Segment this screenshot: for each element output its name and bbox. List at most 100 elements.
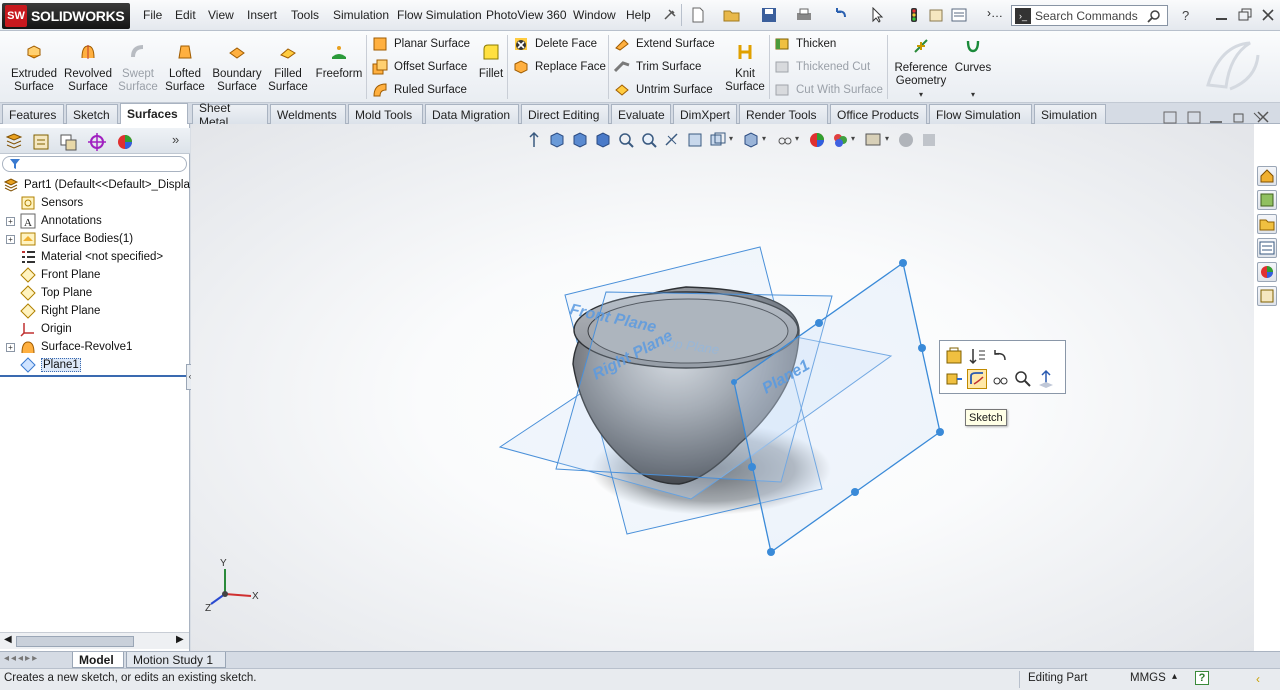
planar-surface-button[interactable]: Planar Surface — [372, 35, 470, 53]
menu-simulation[interactable]: Simulation — [333, 8, 389, 22]
tab-motion-study[interactable]: Motion Study 1 — [126, 652, 226, 668]
status-units[interactable]: MMGS — [1130, 672, 1166, 684]
tab-direct-editing[interactable]: Direct Editing — [521, 104, 609, 124]
menu-edit[interactable]: Edit — [175, 8, 196, 22]
tab-mold-tools[interactable]: Mold Tools — [348, 104, 423, 124]
delete-face-button[interactable]: Delete Face — [513, 35, 597, 53]
swept-surface-button[interactable]: Swept Surface — [115, 43, 161, 94]
tab-features[interactable]: Features — [2, 104, 64, 124]
units-dropdown-icon[interactable]: ▴ — [1172, 671, 1177, 682]
tab-data-migration[interactable]: Data Migration — [425, 104, 519, 124]
tab-sheet-metal[interactable]: Sheet Metal — [192, 101, 268, 129]
tree-item-surface-revolve[interactable]: + Surface-Revolve1 — [0, 338, 190, 356]
minimize-window-icon[interactable] — [1213, 7, 1231, 23]
save-icon[interactable] — [760, 7, 778, 23]
feature-properties-icon[interactable] — [944, 346, 964, 366]
menu-photoview[interactable]: PhotoView 360 — [486, 8, 567, 22]
rebuild-icon[interactable] — [905, 7, 923, 23]
search-icon[interactable] — [1147, 9, 1161, 23]
dimxpert-manager-tab-icon[interactable] — [87, 132, 107, 152]
thickened-cut-button[interactable]: Thickened Cut — [774, 58, 870, 76]
curves-dropdown-icon[interactable]: ▾ — [953, 88, 993, 101]
open-folder-icon[interactable] — [723, 7, 741, 23]
menu-window[interactable]: Window — [573, 8, 616, 22]
more-commands-icon[interactable]: ›… — [987, 6, 1003, 20]
expand-panel-icon[interactable]: » — [172, 132, 179, 147]
tab-model[interactable]: Model — [72, 652, 124, 668]
cut-with-surface-button[interactable]: Cut With Surface — [774, 81, 883, 99]
tree-item-right-plane[interactable]: Right Plane — [0, 302, 190, 320]
expand-icon[interactable]: + — [6, 234, 15, 244]
model-scene[interactable]: Front Plane Right Plane Top Plane Plane1… — [191, 124, 1254, 651]
print-icon[interactable] — [795, 7, 813, 23]
tree-item-front-plane[interactable]: Front Plane — [0, 266, 190, 284]
knit-surface-button[interactable]: Knit Surface — [723, 43, 767, 94]
tree-filter-input[interactable] — [2, 156, 187, 172]
graphics-area[interactable]: ▾ ▾ ▾ ▾ ▾ Front Plane Right Plane Top Pl… — [191, 124, 1254, 651]
reference-geometry-button[interactable]: Reference Geometry ▾ — [893, 37, 949, 101]
expand-icon[interactable]: + — [6, 216, 15, 226]
view-normal-icon[interactable] — [1036, 369, 1056, 389]
menu-insert[interactable]: Insert — [247, 8, 277, 22]
expand-icon[interactable]: + — [6, 342, 15, 352]
status-help-icon[interactable]: ? — [1195, 671, 1209, 685]
thicken-button[interactable]: Thicken — [774, 35, 836, 53]
normal-to-icon[interactable] — [944, 369, 964, 389]
hide-show-icon[interactable] — [990, 369, 1010, 389]
curves-button[interactable]: Curves ▾ — [953, 37, 993, 101]
undo-icon[interactable] — [832, 7, 850, 23]
display-manager-tab-icon[interactable] — [115, 132, 135, 152]
rollback-icon[interactable] — [967, 346, 987, 366]
freeform-button[interactable]: Freeform — [315, 43, 363, 81]
solidworks-logo[interactable]: SW SOLIDWORKS — [2, 3, 130, 29]
menu-tools[interactable]: Tools — [291, 8, 319, 22]
close-window-icon[interactable] — [1259, 7, 1277, 23]
close-document-icon[interactable] — [1256, 110, 1270, 124]
select-arrow-icon[interactable] — [868, 7, 886, 23]
menu-help[interactable]: Help — [626, 8, 651, 22]
undo-feature-icon[interactable] — [990, 346, 1010, 366]
scrollbar-thumb[interactable] — [16, 636, 134, 647]
zoom-to-selection-icon[interactable] — [1013, 369, 1033, 389]
horizontal-scrollbar[interactable]: ◀ ▶ — [0, 632, 189, 649]
fillet-button[interactable]: Fillet — [477, 43, 505, 81]
custom-properties-button[interactable] — [1257, 286, 1277, 306]
appearances-button[interactable] — [1257, 262, 1277, 282]
quick-tips-icon[interactable]: ‹ — [1256, 672, 1260, 686]
feature-manager-tab-icon[interactable] — [4, 132, 24, 152]
scroll-left-icon[interactable]: ◀ — [4, 634, 12, 645]
boundary-surface-button[interactable]: Boundary Surface — [210, 43, 264, 94]
tab-simulation[interactable]: Simulation — [1034, 104, 1106, 124]
menu-view[interactable]: View — [208, 8, 234, 22]
restore-window-icon[interactable] — [1236, 7, 1254, 23]
help-icon[interactable]: ? — [1177, 7, 1195, 23]
revolved-surface-button[interactable]: Revolved Surface — [62, 43, 114, 94]
tab-render-tools[interactable]: Render Tools — [739, 104, 828, 124]
offset-surface-button[interactable]: Offset Surface — [372, 58, 467, 76]
scroll-right-icon[interactable]: ▶ — [176, 634, 184, 645]
search-commands-box[interactable]: ›_ Search Commands — [1011, 5, 1168, 26]
lofted-surface-button[interactable]: Lofted Surface — [162, 43, 208, 94]
tab-flow-simulation[interactable]: Flow Simulation — [929, 104, 1032, 124]
sketch-icon[interactable] — [967, 369, 987, 389]
tab-office-products[interactable]: Office Products — [830, 104, 927, 124]
ruled-surface-button[interactable]: Ruled Surface — [372, 81, 467, 99]
pin-icon[interactable] — [661, 7, 679, 23]
rollback-bar[interactable] — [0, 375, 187, 377]
trim-surface-button[interactable]: Trim Surface — [614, 58, 701, 76]
options-icon[interactable] — [950, 7, 968, 23]
solidworks-resources-button[interactable] — [1257, 166, 1277, 186]
filled-surface-button[interactable]: Filled Surface — [266, 43, 310, 94]
tree-item-material[interactable]: Material <not specified> — [0, 248, 190, 266]
view-palette-button[interactable] — [1257, 238, 1277, 258]
new-document-icon[interactable] — [689, 7, 707, 23]
design-library-button[interactable] — [1257, 190, 1277, 210]
replace-face-button[interactable]: Replace Face — [513, 58, 606, 76]
tab-evaluate[interactable]: Evaluate — [611, 104, 671, 124]
extruded-surface-button[interactable]: Extruded Surface — [8, 43, 60, 94]
tree-item-surface-bodies[interactable]: + Surface Bodies(1) — [0, 230, 190, 248]
tab-surfaces[interactable]: Surfaces — [120, 103, 188, 124]
file-properties-icon[interactable] — [927, 7, 945, 23]
menu-flow-simulation[interactable]: Flow Simulation — [397, 8, 482, 22]
tree-item-annotations[interactable]: + A Annotations — [0, 212, 190, 230]
